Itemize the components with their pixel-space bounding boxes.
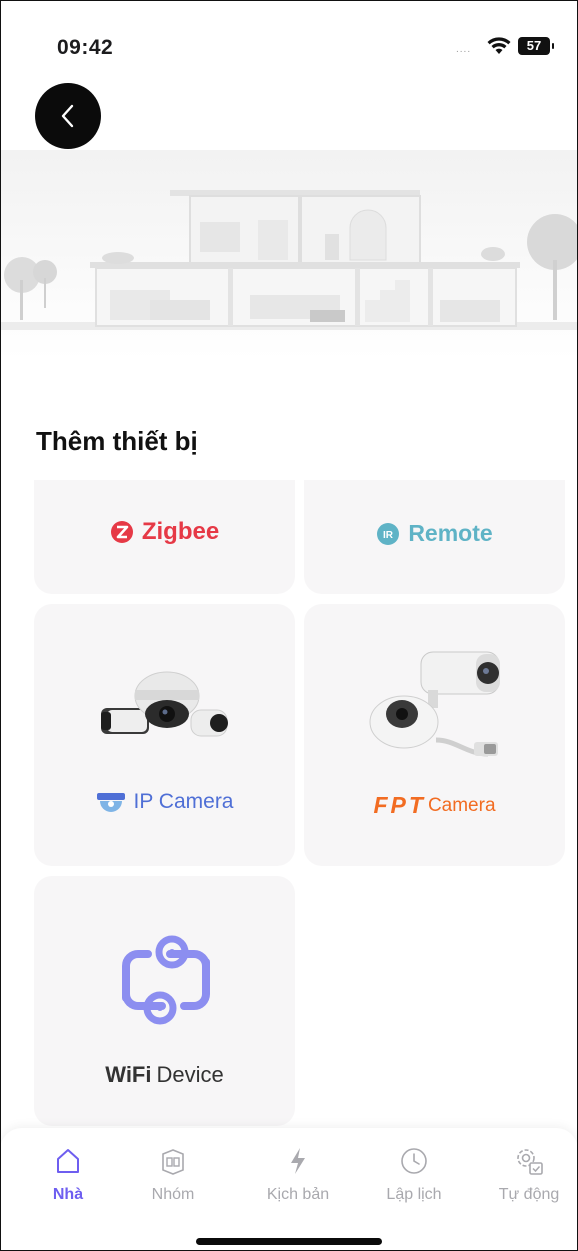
remote-brand: IR Remote <box>304 520 565 547</box>
tab-automation-label: Tự động <box>498 1186 560 1203</box>
wifi-device-icon <box>122 935 210 1025</box>
bolt-icon <box>291 1148 305 1174</box>
tab-automation[interactable]: Tự động <box>484 1144 574 1204</box>
ir-icon: IR <box>377 522 400 545</box>
fpt-camera-image <box>369 651 500 757</box>
ip-camera-card[interactable]: IP Camera <box>34 604 295 866</box>
home-icon <box>57 1149 79 1173</box>
wifi-icon <box>487 37 511 54</box>
ip-camera-logo-icon <box>96 793 125 812</box>
zigbee-logo-icon <box>110 521 133 543</box>
tab-scenario-label: Kịch bản <box>266 1186 330 1203</box>
tab-schedule-label: Lập lịch <box>386 1186 442 1203</box>
remote-label: Remote <box>408 520 493 546</box>
cell-signal-icon: .... <box>456 44 472 55</box>
wifi-device-card[interactable]: WiFi Device <box>34 876 295 1126</box>
tab-group[interactable]: Nhóm <box>128 1144 218 1204</box>
tab-scenario[interactable]: Kịch bản <box>253 1144 343 1204</box>
clock-icon <box>401 1148 427 1174</box>
zigbee-card[interactable]: Zigbee <box>34 480 295 594</box>
wifi-device-brand: WiFi Device <box>34 1062 295 1088</box>
tab-schedule[interactable]: Lập lịch <box>369 1144 459 1204</box>
wifi-device-label: Device <box>156 1062 224 1087</box>
security-camera-image <box>101 671 228 737</box>
battery-icon: 57 <box>518 37 554 55</box>
tab-home-label: Nhà <box>52 1186 84 1203</box>
zigbee-label: Zigbee <box>141 518 220 545</box>
svg-text:IR: IR <box>383 530 394 541</box>
fpt-camera-card[interactable]: FPT Camera <box>304 604 565 866</box>
ip-camera-brand: IP Camera <box>34 790 295 814</box>
status-bar: 09:42 .... 57 <box>0 0 578 80</box>
back-button[interactable] <box>35 83 101 149</box>
fpt-camera-label: Camera <box>427 794 496 816</box>
fpt-camera-brand: FPT Camera <box>304 792 565 819</box>
remote-card[interactable]: IR Remote <box>304 480 565 594</box>
tab-group-label: Nhóm <box>151 1186 195 1203</box>
section-title: Thêm thiết bị <box>36 426 198 456</box>
bottom-tab-bar: Nhà Nhóm Kịch bản Lập lịch Tự động <box>0 1128 578 1251</box>
group-icon <box>162 1149 184 1175</box>
fpt-brand-text: FPT <box>373 792 426 818</box>
ip-camera-label: IP Camera <box>133 790 234 813</box>
chevron-left-icon <box>61 104 74 128</box>
zigbee-brand: Zigbee <box>34 518 295 546</box>
house-illustration <box>0 150 578 360</box>
tab-home[interactable]: Nhà <box>23 1144 113 1204</box>
home-indicator <box>196 1238 382 1245</box>
wifi-bold-text: WiFi <box>105 1062 152 1087</box>
status-time: 09:42 <box>57 36 114 59</box>
automation-gear-icon <box>517 1149 543 1175</box>
